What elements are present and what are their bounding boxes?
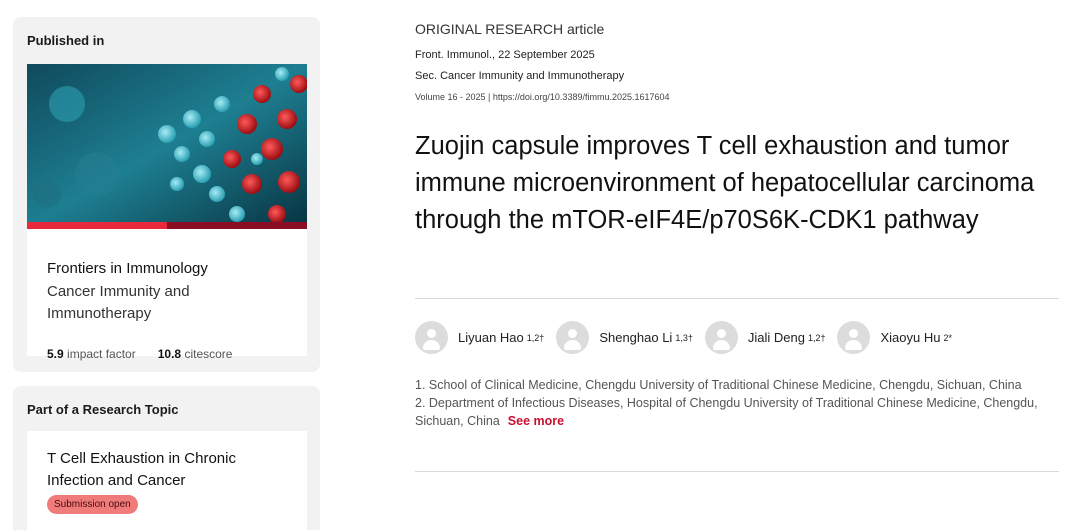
journal-metrics: 5.9 impact factor 10.8 citescore [47,347,232,361]
author-affiliation-sup: 2* [943,332,952,343]
journal-section[interactable]: Cancer Immunity and Immunotherapy [47,281,287,325]
author-list: Liyuan Hao 1,2† Shenghao Li 1,3† Jiali Den… [415,321,964,354]
impact-factor-value: 5.9 [47,347,64,361]
article-type: ORIGINAL RESEARCH article [415,21,605,37]
avatar-icon [556,321,590,354]
avatar-icon [415,321,448,354]
citescore: 10.8 citescore [158,347,233,361]
volume-doi[interactable]: Volume 16 - 2025 | https://doi.org/10.33… [415,92,670,102]
citescore-value: 10.8 [157,347,182,361]
author-affiliation-sup: 1,2† [526,332,545,343]
author-name[interactable]: Shenghao Li [599,330,672,345]
published-in-card: Published in Frontiers in Immunology Can… [13,17,320,372]
affiliation-2-row: 2. Department of Infectious Diseases, Ho… [415,394,1060,430]
avatar-icon [837,321,871,354]
avatar-icon [704,321,738,354]
journal-info[interactable]: Frontiers in Immunology Cancer Immunity … [27,229,307,361]
journal-cover-image[interactable] [27,64,307,228]
journal-date: Front. Immunol., 22 September 2025 [415,49,595,61]
impact-factor-label: impact factor [67,347,136,361]
author-name[interactable]: Xiaoyu Hu [880,330,940,345]
journal-color-bar [27,222,307,229]
affiliation-1: 1. School of Clinical Medicine, Chengdu … [415,378,1022,392]
author-item[interactable]: Liyuan Hao 1,2† [415,321,544,354]
see-more-link[interactable]: See more [508,414,564,428]
published-in-label: Published in [27,33,105,48]
divider [415,471,1059,472]
author-affiliation-sup: 1,2† [807,332,826,343]
author-item[interactable]: Jiali Deng 1,2† [704,321,826,354]
journal-name[interactable]: Frontiers in Immunology [47,260,208,277]
divider [415,298,1059,299]
author-name[interactable]: Jiali Deng [748,330,805,345]
impact-factor: 5.9 impact factor [47,347,136,361]
author-item[interactable]: Xiaoyu Hu 2* [837,321,952,354]
submission-status-badge: Submission open [47,495,138,514]
author-name[interactable]: Liyuan Hao [458,330,524,345]
author-item[interactable]: Shenghao Li 1,3† [556,321,693,354]
affiliations: 1. School of Clinical Medicine, Chengdu … [415,376,1060,430]
article-section[interactable]: Sec. Cancer Immunity and Immunotherapy [415,70,624,82]
research-topic-info[interactable]: T Cell Exhaustion in Chronic Infection a… [27,431,307,530]
article-title: Zuojin capsule improves T cell exhaustio… [415,132,1035,234]
research-topic-title[interactable]: T Cell Exhaustion in Chronic Infection a… [47,448,277,492]
research-topic-card: Part of a Research Topic T Cell Exhausti… [13,386,320,530]
author-affiliation-sup: 1,3† [675,332,693,343]
citescore-label: citescore [184,347,233,361]
research-topic-label: Part of a Research Topic [27,402,179,417]
